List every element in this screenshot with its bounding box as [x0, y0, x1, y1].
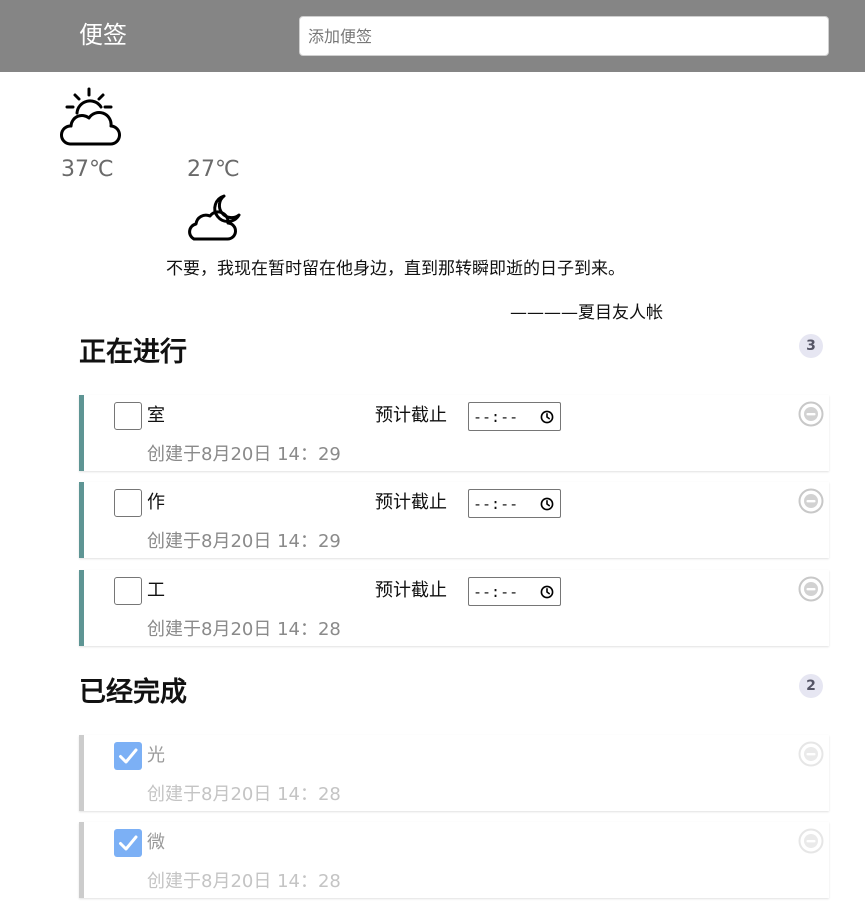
deadline-label: 预计截止: [375, 580, 447, 601]
task-item: 微 创建于8月20日 14：28: [79, 822, 829, 898]
sun-behind-cloud-icon: [60, 87, 121, 146]
completed-count-badge: 2: [799, 674, 823, 698]
task-checkbox[interactable]: [114, 577, 142, 605]
created-time: 创建于8月20日 14：28: [147, 784, 341, 805]
task-text: 作: [147, 492, 165, 513]
task-text: 工: [147, 580, 165, 601]
deadline-time-input[interactable]: --:--: [468, 489, 561, 518]
task-text: 微: [147, 832, 165, 853]
add-note-input[interactable]: [299, 16, 829, 56]
task-text: 光: [147, 745, 165, 766]
checkmark-icon: [119, 835, 138, 851]
task-item: 作 预计截止 --:-- 创建于8月20日 14：29: [79, 482, 829, 558]
section-title-in-progress: 正在进行: [79, 337, 187, 368]
quote-author: ————夏目友人帐: [510, 303, 663, 323]
task-checkbox-checked[interactable]: [114, 742, 142, 770]
deadline-time-value: --:--: [473, 583, 519, 601]
clock-icon[interactable]: [540, 585, 554, 599]
created-time: 创建于8月20日 14：28: [147, 871, 341, 892]
in-progress-count-badge: 3: [799, 334, 823, 358]
task-checkbox[interactable]: [114, 402, 142, 430]
quote-text: 不要，我现在暂时留在他身边，直到那转瞬即逝的日子到来。: [166, 259, 625, 279]
deadline-label: 预计截止: [375, 405, 447, 426]
delete-icon[interactable]: [798, 741, 824, 767]
task-checkbox[interactable]: [114, 489, 142, 517]
deadline-time-input[interactable]: --:--: [468, 402, 561, 431]
app-title: 便签: [79, 21, 127, 49]
moon-behind-cloud-icon: [188, 194, 241, 241]
task-item: 光 创建于8月20日 14：28: [79, 735, 829, 811]
delete-icon[interactable]: [798, 828, 824, 854]
high-temperature: 37℃: [61, 157, 114, 182]
section-title-completed: 已经完成: [79, 677, 187, 708]
deadline-time-input[interactable]: --:--: [468, 577, 561, 606]
delete-icon[interactable]: [798, 488, 824, 514]
task-item: 室 预计截止 --:-- 创建于8月20日 14：29: [79, 395, 829, 471]
clock-icon[interactable]: [540, 497, 554, 511]
deadline-time-value: --:--: [473, 408, 519, 426]
app-header: 便签: [0, 0, 865, 72]
task-checkbox-checked[interactable]: [114, 829, 142, 857]
task-item: 工 预计截止 --:-- 创建于8月20日 14：28: [79, 570, 829, 646]
delete-icon[interactable]: [798, 576, 824, 602]
delete-icon[interactable]: [798, 401, 824, 427]
deadline-time-value: --:--: [473, 495, 519, 513]
task-text: 室: [147, 405, 165, 426]
created-time: 创建于8月20日 14：29: [147, 444, 341, 465]
created-time: 创建于8月20日 14：29: [147, 531, 341, 552]
deadline-label: 预计截止: [375, 492, 447, 513]
created-time: 创建于8月20日 14：28: [147, 619, 341, 640]
clock-icon[interactable]: [540, 410, 554, 424]
checkmark-icon: [119, 748, 138, 764]
low-temperature: 27℃: [187, 157, 240, 182]
